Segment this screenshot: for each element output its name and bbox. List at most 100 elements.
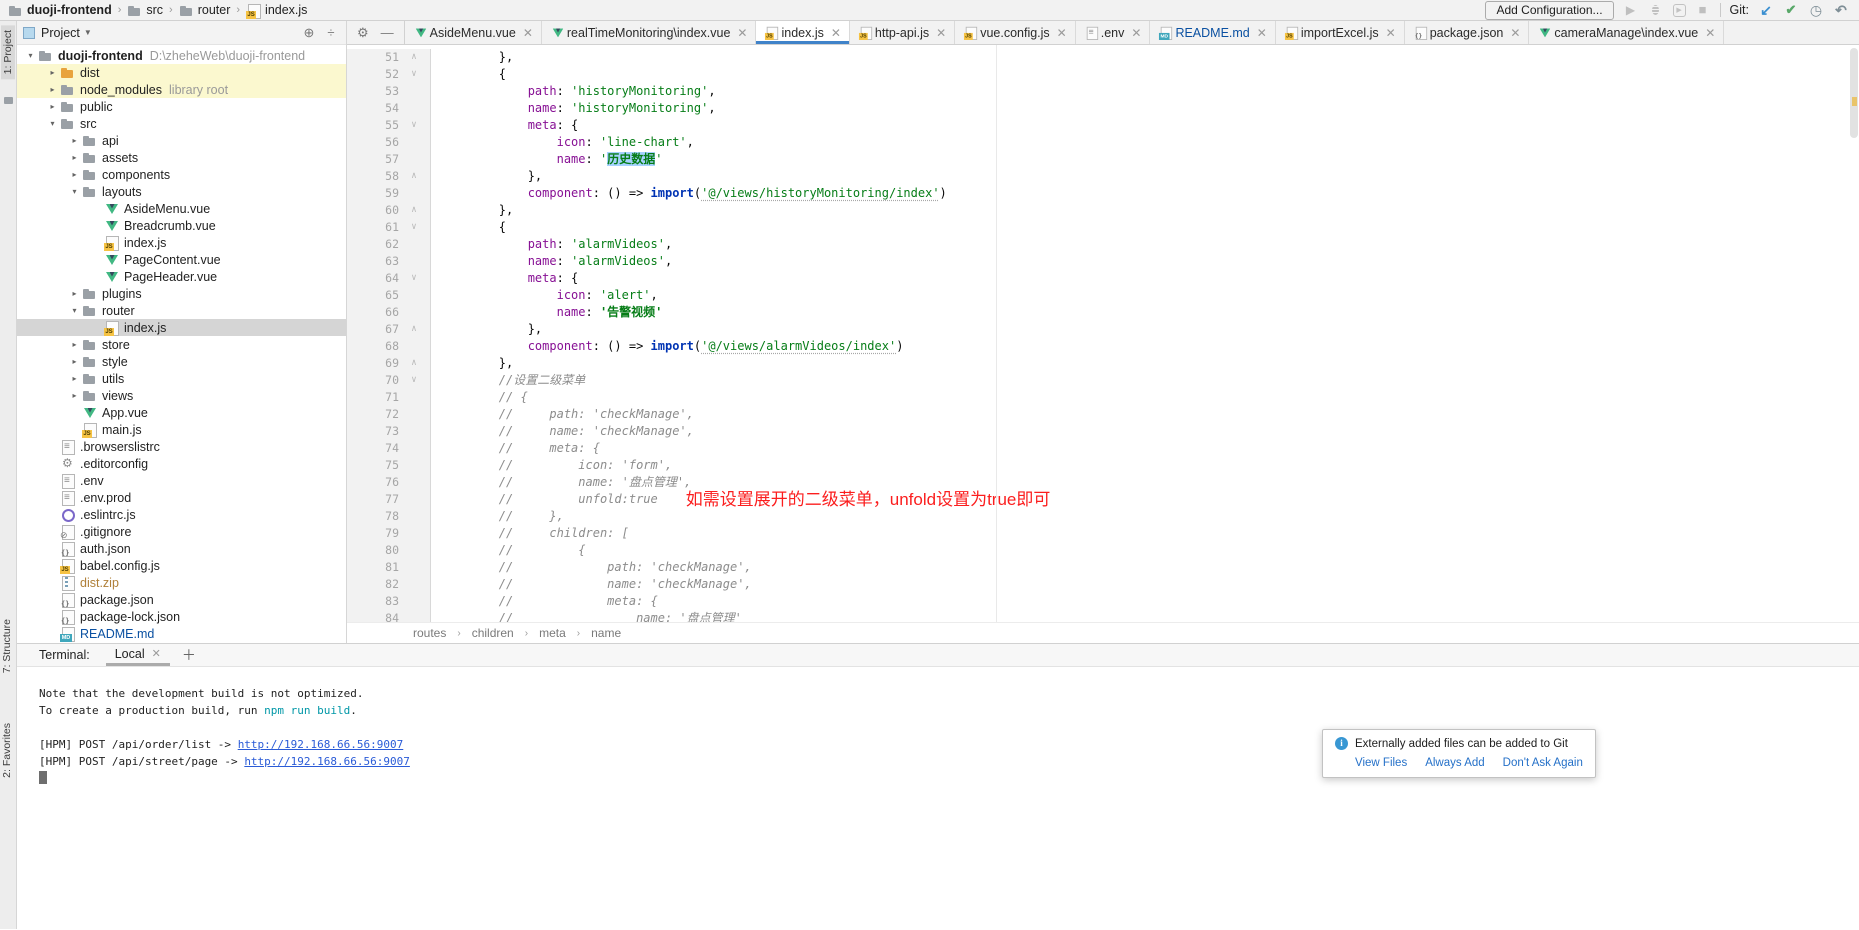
tree-item[interactable]: .env xyxy=(17,472,346,489)
close-icon[interactable]: ✕ xyxy=(831,27,841,39)
stop-icon[interactable] xyxy=(1695,2,1711,18)
breadcrumb-item[interactable]: duoji-frontend xyxy=(8,3,112,18)
editor-tab[interactable]: realTimeMonitoring\index.vue✕ xyxy=(542,21,757,44)
tree-item[interactable]: ▸dist xyxy=(17,64,346,81)
add-configuration-button[interactable]: Add Configuration... xyxy=(1485,1,1613,20)
close-icon[interactable]: ✕ xyxy=(1131,27,1141,39)
tree-item[interactable]: package-lock.json xyxy=(17,608,346,625)
fold-marker-icon[interactable]: ∨ xyxy=(399,117,429,134)
tree-expand-chevron-icon[interactable]: ▾ xyxy=(67,187,82,196)
tree-collapse-chevron-icon[interactable]: ▸ xyxy=(67,170,82,179)
tree-item[interactable]: ▸components xyxy=(17,166,346,183)
fold-marker-icon[interactable]: ∨ xyxy=(399,372,429,389)
editor-tab[interactable]: http-api.js✕ xyxy=(850,21,955,44)
tree-item[interactable]: ▸public xyxy=(17,98,346,115)
history-icon[interactable] xyxy=(1808,2,1824,18)
tree-item[interactable]: ▸node_moduleslibrary root xyxy=(17,81,346,98)
close-icon[interactable]: ✕ xyxy=(1057,27,1067,39)
fold-marker-icon[interactable]: ∧ xyxy=(399,321,429,338)
editor-tab[interactable]: package.json✕ xyxy=(1405,21,1530,44)
tree-item[interactable]: Breadcrumb.vue xyxy=(17,217,346,234)
debug-icon[interactable] xyxy=(1648,2,1664,18)
notification-action-link[interactable]: Always Add xyxy=(1425,757,1484,769)
project-panel-title[interactable]: Project xyxy=(41,26,80,40)
editor-breadcrumb-item[interactable]: meta xyxy=(539,626,566,640)
run-icon[interactable] xyxy=(1623,2,1639,18)
tree-item[interactable]: ▾duoji-frontendD:\zheheWeb\duoji-fronten… xyxy=(17,47,346,64)
tree-item[interactable]: .eslintrc.js xyxy=(17,506,346,523)
add-terminal-tab-button[interactable]: ＋ xyxy=(182,645,196,665)
gear-icon[interactable]: ⚙ xyxy=(357,25,369,41)
fold-marker-icon[interactable]: ∧ xyxy=(399,202,429,219)
tree-expand-chevron-icon[interactable]: ▾ xyxy=(23,51,38,60)
editor-tab[interactable]: README.md✕ xyxy=(1150,21,1275,44)
terminal-output[interactable]: Note that the development build is not o… xyxy=(17,667,1859,929)
terminal-link[interactable]: http://192.168.66.56:9007 xyxy=(238,738,404,751)
tree-collapse-chevron-icon[interactable]: ▸ xyxy=(45,68,60,77)
tree-collapse-chevron-icon[interactable]: ▸ xyxy=(67,153,82,162)
commit-icon[interactable] xyxy=(1783,2,1799,18)
tree-item[interactable]: .browserslistrc xyxy=(17,438,346,455)
close-icon[interactable]: ✕ xyxy=(152,647,161,660)
notification-action-link[interactable]: Don't Ask Again xyxy=(1503,757,1583,769)
editor-breadcrumb-item[interactable]: routes xyxy=(413,626,446,640)
editor-tab[interactable]: importExcel.js✕ xyxy=(1276,21,1405,44)
collapse-all-icon[interactable]: ÷ xyxy=(322,25,340,40)
tree-item[interactable]: main.js xyxy=(17,421,346,438)
tree-item[interactable]: ▸assets xyxy=(17,149,346,166)
notification-action-link[interactable]: View Files xyxy=(1355,757,1407,769)
editor-tab[interactable]: index.js✕ xyxy=(756,21,849,44)
fold-marker-icon[interactable]: ∧ xyxy=(399,49,429,66)
tool-window-button-structure[interactable]: 7: Structure xyxy=(1,619,13,673)
hide-panel-icon[interactable]: — xyxy=(381,25,394,40)
terminal-title[interactable]: Terminal: xyxy=(39,648,90,662)
tree-item[interactable]: ▸plugins xyxy=(17,285,346,302)
tree-expand-chevron-icon[interactable]: ▾ xyxy=(67,306,82,315)
tree-item[interactable]: auth.json xyxy=(17,540,346,557)
breadcrumb-item[interactable]: index.js xyxy=(246,3,307,18)
fold-marker-icon[interactable]: ∧ xyxy=(399,168,429,185)
tree-item[interactable]: ▾layouts xyxy=(17,183,346,200)
tree-item[interactable]: README.md xyxy=(17,625,346,642)
tree-item[interactable]: ▸style xyxy=(17,353,346,370)
close-icon[interactable]: ✕ xyxy=(1510,27,1520,39)
rollback-icon[interactable] xyxy=(1833,2,1849,18)
tree-collapse-chevron-icon[interactable]: ▸ xyxy=(45,102,60,111)
editor-breadcrumb-item[interactable]: name xyxy=(591,626,621,640)
editor-breadcrumb-item[interactable]: children xyxy=(472,626,514,640)
close-icon[interactable]: ✕ xyxy=(1257,27,1267,39)
terminal-link[interactable]: http://192.168.66.56:9007 xyxy=(244,755,410,768)
tree-item[interactable]: ▸store xyxy=(17,336,346,353)
tree-item[interactable]: AsideMenu.vue xyxy=(17,200,346,217)
editor-scrollbar[interactable] xyxy=(1850,48,1858,138)
close-icon[interactable]: ✕ xyxy=(523,27,533,39)
tree-item[interactable]: index.js xyxy=(17,234,346,251)
breadcrumb-item[interactable]: router xyxy=(179,3,231,18)
editor-tab[interactable]: cameraManage\index.vue✕ xyxy=(1529,21,1724,44)
tree-item[interactable]: App.vue xyxy=(17,404,346,421)
tool-window-button-favorites[interactable]: 2: Favorites xyxy=(1,723,13,778)
locate-file-icon[interactable]: ⊕ xyxy=(300,25,318,41)
update-icon[interactable] xyxy=(1758,2,1774,18)
tree-item[interactable]: index.js xyxy=(17,319,346,336)
tree-item[interactable]: ▸api xyxy=(17,132,346,149)
tree-item[interactable]: ▸utils xyxy=(17,370,346,387)
fold-marker-icon[interactable]: ∧ xyxy=(399,355,429,372)
tree-item[interactable]: dist.zip xyxy=(17,574,346,591)
tree-expand-chevron-icon[interactable]: ▾ xyxy=(45,119,60,128)
code-editor[interactable]: 51∧ },52∨ {53 path: 'historyMonitoring',… xyxy=(347,45,1859,622)
fold-marker-icon[interactable]: ∨ xyxy=(399,66,429,83)
tree-item[interactable]: babel.config.js xyxy=(17,557,346,574)
tree-item[interactable]: ▾src xyxy=(17,115,346,132)
tree-item[interactable]: package.json xyxy=(17,591,346,608)
tree-collapse-chevron-icon[interactable]: ▸ xyxy=(67,357,82,366)
editor-tab[interactable]: .env✕ xyxy=(1076,21,1151,44)
close-icon[interactable]: ✕ xyxy=(737,27,747,39)
error-stripe-mark[interactable] xyxy=(1852,97,1857,106)
tree-collapse-chevron-icon[interactable]: ▸ xyxy=(67,391,82,400)
tree-item[interactable]: PageContent.vue xyxy=(17,251,346,268)
chevron-down-icon[interactable]: ▼ xyxy=(84,28,92,37)
tree-collapse-chevron-icon[interactable]: ▸ xyxy=(67,374,82,383)
breadcrumb-item[interactable]: src xyxy=(127,3,163,18)
tree-item[interactable]: ▾router xyxy=(17,302,346,319)
